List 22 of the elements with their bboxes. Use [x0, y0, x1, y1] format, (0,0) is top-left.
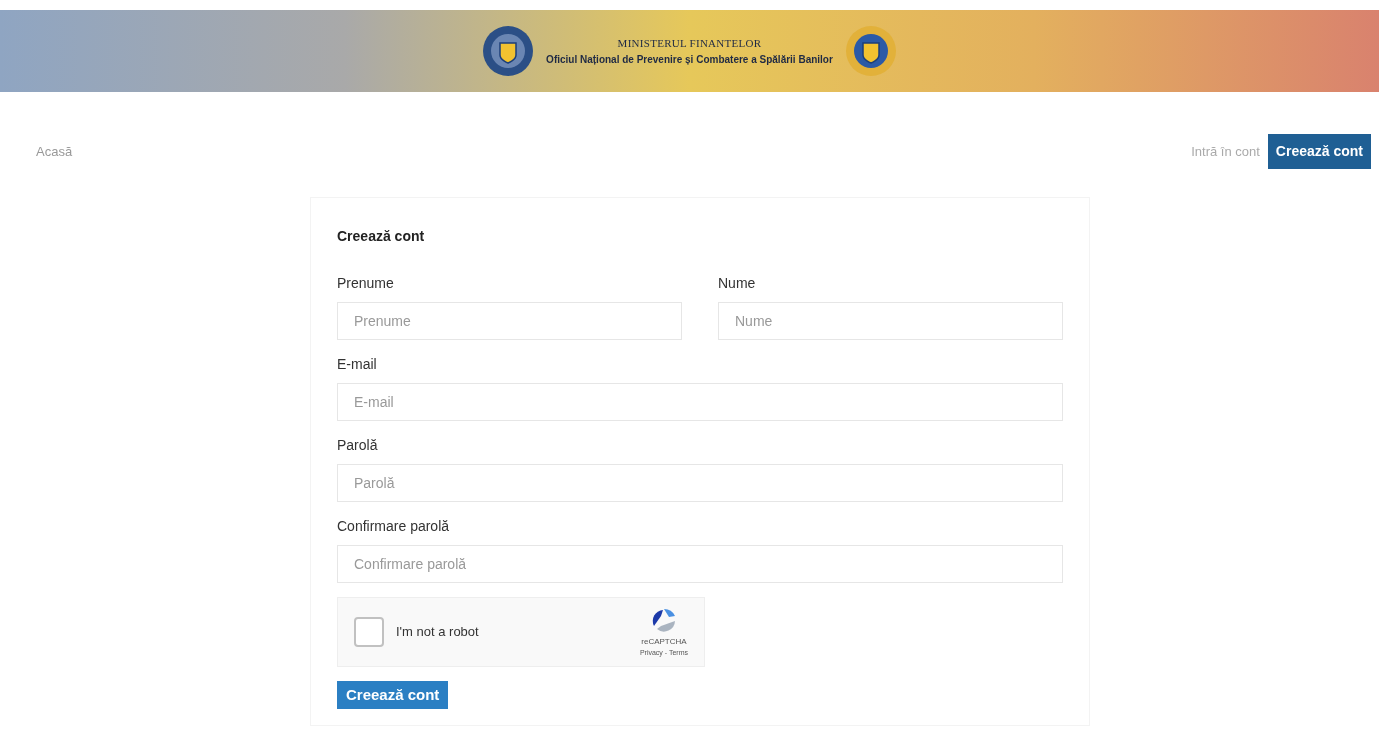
- input-field[interactable]: Confirmare parolă: [337, 545, 1063, 583]
- field-label: Prenume: [337, 274, 395, 293]
- submit-button[interactable]: Creează cont: [337, 681, 449, 709]
- captcha-label: I'm not a robot: [396, 623, 480, 642]
- field-label: Nume: [718, 274, 757, 293]
- input-field[interactable]: Parolă: [337, 464, 1063, 502]
- input-field[interactable]: Prenume: [337, 302, 682, 340]
- form-title: Creează cont: [337, 227, 426, 246]
- captcha-checkbox[interactable]: [354, 617, 384, 647]
- coat-of-arms-icon: [482, 25, 535, 77]
- input-field[interactable]: E-mail: [337, 383, 1063, 421]
- field-label: Confirmare parolă: [337, 517, 451, 536]
- seal-icon: [844, 25, 897, 77]
- login-link[interactable]: Intră în cont: [1191, 141, 1260, 162]
- field-label: E-mail: [337, 355, 378, 374]
- field-label: Parolă: [337, 436, 379, 455]
- home-link[interactable]: Acasă: [36, 141, 73, 162]
- register-button[interactable]: Creează cont: [1267, 134, 1371, 169]
- input-field[interactable]: Nume: [718, 302, 1063, 340]
- office-title: Oficiul Național de Prevenire și Combatere a Spălării Banilor: [546, 52, 833, 67]
- captcha-brand: reCAPTCHA: [641, 635, 687, 648]
- ministry-title: MINISTERUL FINANTELOR: [617, 36, 762, 52]
